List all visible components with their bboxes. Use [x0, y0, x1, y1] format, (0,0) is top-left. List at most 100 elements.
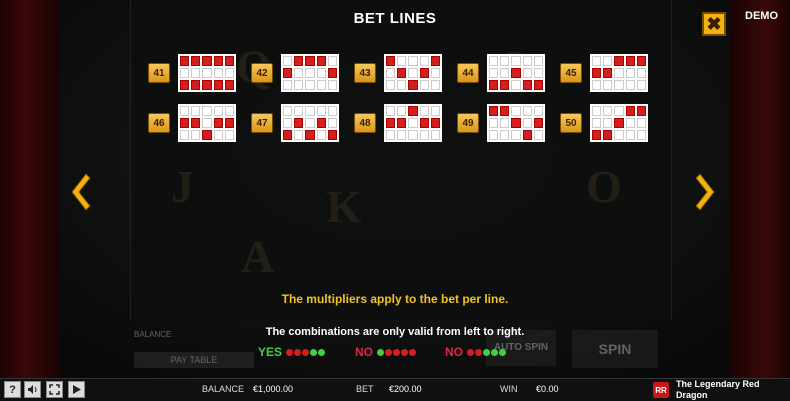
pattern-cell-active [603, 68, 613, 78]
pattern-cell-active [430, 56, 440, 66]
pattern-cell [327, 56, 337, 66]
pattern-cell-active [191, 118, 201, 128]
pattern-cell [283, 118, 293, 128]
pattern-cell [511, 80, 521, 90]
pattern-cell [603, 106, 613, 116]
example-dot [483, 349, 490, 357]
pattern-cell-active [191, 56, 201, 66]
bet-lines-grid: 41 42 43 44 45 46 47 48 49 50 [148, 54, 648, 149]
pattern-cell [191, 68, 201, 78]
pattern-cell [522, 56, 532, 66]
bg-paytable-button: PAY TABLE [134, 352, 254, 368]
pattern-cell-active [614, 56, 624, 66]
bet-line-41: 41 [148, 54, 238, 94]
bet-line-42: 42 [251, 54, 341, 94]
pattern-cell [430, 68, 440, 78]
pattern-cell-active [294, 118, 304, 128]
pattern-cell [397, 130, 407, 140]
previous-page-arrow[interactable] [66, 172, 92, 212]
pattern-cell-active [386, 118, 396, 128]
fullscreen-icon [49, 384, 60, 395]
pattern-cell-active [386, 56, 396, 66]
fullscreen-button[interactable] [46, 381, 63, 398]
next-page-arrow[interactable] [694, 172, 720, 212]
sound-button[interactable] [24, 381, 41, 398]
bet-line-pattern [178, 54, 236, 92]
combination-note: The combinations are only valid from lef… [265, 326, 525, 338]
pattern-cell [522, 118, 532, 128]
pattern-cell [224, 106, 234, 116]
pattern-cell [636, 130, 646, 140]
bet-line-pattern [487, 104, 545, 142]
pattern-cell-active [202, 130, 212, 140]
pattern-cell [489, 118, 499, 128]
pattern-cell-active [625, 106, 635, 116]
pattern-cell-active [224, 118, 234, 128]
example-label: NO [445, 344, 463, 359]
pattern-cell-active [202, 80, 212, 90]
pattern-cell [522, 106, 532, 116]
pattern-cell [283, 80, 293, 90]
bet-line-50: 50 [560, 104, 650, 144]
pattern-cell [592, 80, 602, 90]
pattern-cell-active [625, 56, 635, 66]
pattern-cell [397, 80, 407, 90]
pattern-cell-active [408, 80, 418, 90]
example-label: YES [258, 344, 283, 359]
example-dot [310, 349, 318, 357]
example-dot [318, 349, 326, 357]
bet-line-number-badge: 47 [251, 113, 273, 133]
close-button[interactable]: ✖ [702, 12, 726, 36]
pattern-cell [408, 130, 418, 140]
pattern-cell [202, 118, 212, 128]
pattern-cell [603, 118, 613, 128]
pattern-cell [430, 106, 440, 116]
bet-line-number-badge: 49 [457, 113, 479, 133]
pattern-cell [500, 68, 510, 78]
pattern-cell [636, 68, 646, 78]
pattern-cell [430, 130, 440, 140]
pattern-cell-active [489, 106, 499, 116]
example-dot [401, 349, 408, 357]
pattern-cell [294, 80, 304, 90]
pattern-cell-active [397, 118, 407, 128]
pattern-cell [408, 56, 418, 66]
pattern-cell-active [430, 118, 440, 128]
pattern-cell-active [316, 118, 326, 128]
play-button[interactable] [68, 381, 85, 398]
pattern-cell [213, 68, 223, 78]
pattern-cell-active [603, 130, 613, 140]
balance-value: €1,000.00 [253, 384, 294, 394]
bet-line-48: 48 [354, 104, 444, 144]
pattern-cell [294, 106, 304, 116]
pattern-cell [419, 80, 429, 90]
bet-line-number-badge: 50 [560, 113, 582, 133]
pattern-cell-active [419, 68, 429, 78]
bet-line-number-badge: 48 [354, 113, 376, 133]
help-icon: ? [9, 383, 16, 396]
example-dot [385, 349, 392, 357]
win-label: WIN [500, 384, 518, 394]
pattern-cell-active [522, 80, 532, 90]
pattern-cell [511, 130, 521, 140]
example-dots [467, 345, 507, 359]
help-button[interactable]: ? [4, 381, 21, 398]
pattern-cell [397, 56, 407, 66]
pattern-cell-active [283, 130, 293, 140]
pattern-cell [533, 106, 543, 116]
bet-line-number-badge: 46 [148, 113, 170, 133]
pattern-cell-active [511, 68, 521, 78]
pattern-cell [419, 106, 429, 116]
pattern-cell [224, 130, 234, 140]
pattern-cell-active [305, 130, 315, 140]
pattern-cell [500, 56, 510, 66]
page-title: BET LINES [353, 10, 437, 27]
pattern-cell [603, 80, 613, 90]
pattern-cell-active [533, 80, 543, 90]
pattern-cell-active [636, 106, 646, 116]
pattern-cell [614, 130, 624, 140]
pattern-cell [489, 56, 499, 66]
pattern-cell-active [500, 106, 510, 116]
chevron-left-icon [71, 173, 91, 211]
pattern-cell [386, 80, 396, 90]
